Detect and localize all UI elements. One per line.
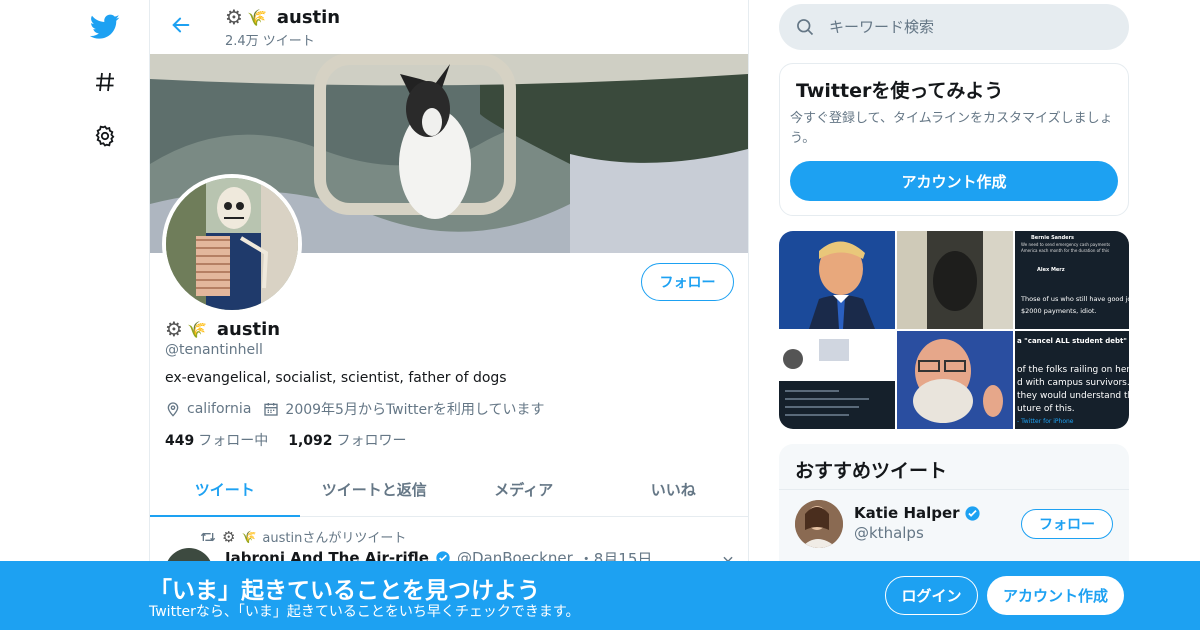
recommended-title: おすすめツイート	[795, 460, 948, 482]
tab-media[interactable]: メディア	[449, 462, 599, 516]
recommended-user-avatar[interactable]	[795, 500, 843, 548]
thumbnail-text: $2000 payments, idiot.	[1021, 307, 1097, 315]
recommended-user-name[interactable]: Katie Halper	[854, 504, 981, 522]
topbar-tweet-count: 2.4万 ツイート	[225, 34, 315, 49]
profile-display-name: ⚙ 🌾 austin	[165, 317, 280, 341]
tab-likes[interactable]: いいね	[599, 462, 749, 516]
signup-card: Twitterを使ってみよう 今すぐ登録して、タイムラインをカスタマイズしましょ…	[779, 63, 1129, 216]
prompt-subtitle: Twitterなら、「いま」起きていることをいち早くチェックできます。	[149, 604, 580, 620]
create-account-button[interactable]: アカウント作成	[987, 576, 1124, 615]
search-icon	[797, 19, 814, 36]
signup-card-title: Twitterを使ってみよう	[796, 80, 1004, 102]
search-bar[interactable]	[779, 4, 1129, 50]
login-button[interactable]: ログイン	[885, 576, 978, 615]
wheat-emoji-icon: 🌾	[241, 529, 257, 544]
media-thumbnail[interactable]	[779, 331, 895, 429]
media-thumbnail[interactable]	[779, 231, 895, 329]
thumbnail-text: they would understand the	[1017, 391, 1129, 401]
profile-stats: 449 フォロー中 1,092 フォロワー	[165, 430, 407, 450]
profile-name-text: austin	[216, 318, 281, 340]
topbar-name-text: austin	[276, 6, 341, 28]
followers-count: 1,092	[288, 433, 333, 449]
tab-tweets[interactable]: ツイート	[150, 462, 300, 517]
media-thumbnail[interactable]	[897, 331, 1013, 429]
profile-topbar: ⚙ 🌾 austin 2.4万 ツイート	[150, 0, 748, 54]
thumbnail-text: uture of this.	[1017, 404, 1075, 414]
following-stat[interactable]: 449 フォロー中	[165, 430, 268, 450]
followers-stat[interactable]: 1,092 フォロワー	[288, 430, 406, 450]
gear-emoji-icon: ⚙	[225, 5, 243, 29]
media-thumbnail-tweet-screenshot[interactable]: Bernie Sanders We need to send emergency…	[1015, 231, 1129, 329]
thumbnail-text: We need to send emergency cash payments	[1021, 242, 1111, 247]
profile-avatar[interactable]	[162, 174, 302, 314]
topbar-name: ⚙ 🌾 austin	[225, 5, 340, 29]
profile-joined-text: 2009年5月からTwitterを利用しています	[285, 402, 545, 418]
profile-column: ⚙ 🌾 austin 2.4万 ツイート フォロー ⚙ 🌾 austin @te…	[149, 0, 749, 630]
retweet-icon	[200, 532, 216, 541]
recommended-user-name-text: Katie Halper	[854, 504, 960, 522]
twitter-logo-icon[interactable]	[90, 12, 120, 42]
retweet-label[interactable]: austinさんがリツイート	[262, 527, 406, 546]
signup-card-create-account-button[interactable]: アカウント作成	[790, 161, 1118, 201]
calendar-icon	[264, 403, 279, 416]
left-nav	[80, 0, 130, 630]
location-pin-icon	[167, 402, 179, 417]
profile-tabs: ツイート ツイートと返信 メディア いいね	[150, 462, 748, 517]
profile-handle: @tenantinhell	[165, 342, 263, 358]
thumbnail-text: - Twitter for iPhone	[1017, 418, 1074, 425]
retweet-context: ⚙ 🌾 austinさんがリツイート	[200, 527, 406, 546]
thumbnail-text: a "cancel ALL student debt" by...	[1017, 337, 1129, 345]
profile-location-text: california	[187, 401, 252, 417]
explore-hashtag-icon[interactable]	[90, 67, 120, 97]
thumbnail-text: America each month for the duration of t…	[1021, 248, 1110, 253]
following-label: フォロー中	[198, 433, 269, 449]
settings-gear-icon[interactable]	[90, 121, 120, 151]
media-thumbnail-grid: Bernie Sanders We need to send emergency…	[779, 231, 1129, 429]
media-thumbnail[interactable]	[897, 231, 1013, 329]
profile-bio: ex-evangelical, socialist, scientist, fa…	[165, 370, 507, 386]
prompt-title: 「いま」起きていることを見つけよう	[149, 578, 540, 604]
signup-card-text: 今すぐ登録して、タイムラインをカスタマイズしましょう。	[790, 111, 1113, 146]
wheat-emoji-icon: 🌾	[186, 319, 207, 339]
profile-follow-button[interactable]: フォロー	[641, 263, 734, 301]
thumbnail-text: of the folks railing on here	[1017, 365, 1129, 375]
thumbnail-text: Those of us who still have good jobs	[1021, 295, 1129, 303]
profile-meta: california 2009年5月からTwitterを利用しています	[165, 399, 550, 419]
tab-tweets-and-replies[interactable]: ツイートと返信	[300, 462, 450, 516]
recommended-user-handle: @kthalps	[854, 524, 924, 542]
recommended-follow-button[interactable]: フォロー	[1021, 509, 1113, 539]
profile-location: california	[165, 401, 251, 417]
search-input[interactable]	[829, 18, 1109, 36]
gear-emoji-icon: ⚙	[222, 527, 236, 546]
following-count: 449	[165, 433, 195, 449]
media-thumbnail-tweet-screenshot[interactable]: a "cancel ALL student debt" by... of the…	[1015, 331, 1129, 429]
thumbnail-text: Bernie Sanders	[1031, 235, 1075, 241]
wheat-emoji-icon: 🌾	[246, 7, 267, 27]
profile-joined: 2009年5月からTwitterを利用しています	[263, 399, 544, 419]
followers-label: フォロワー	[336, 433, 407, 449]
gear-emoji-icon: ⚙	[165, 317, 183, 341]
verified-badge-icon	[965, 505, 980, 521]
recommended-user-row[interactable]: Katie Halper @kthalps フォロー	[779, 490, 1129, 560]
back-arrow-icon[interactable]	[168, 12, 194, 38]
signup-prompt-bar: 「いま」起きていることを見つけよう Twitterなら、「いま」起きていることを…	[0, 561, 1200, 630]
thumbnail-text: d with campus survivors.	[1017, 378, 1129, 388]
thumbnail-text: Alex Merz	[1037, 267, 1065, 273]
